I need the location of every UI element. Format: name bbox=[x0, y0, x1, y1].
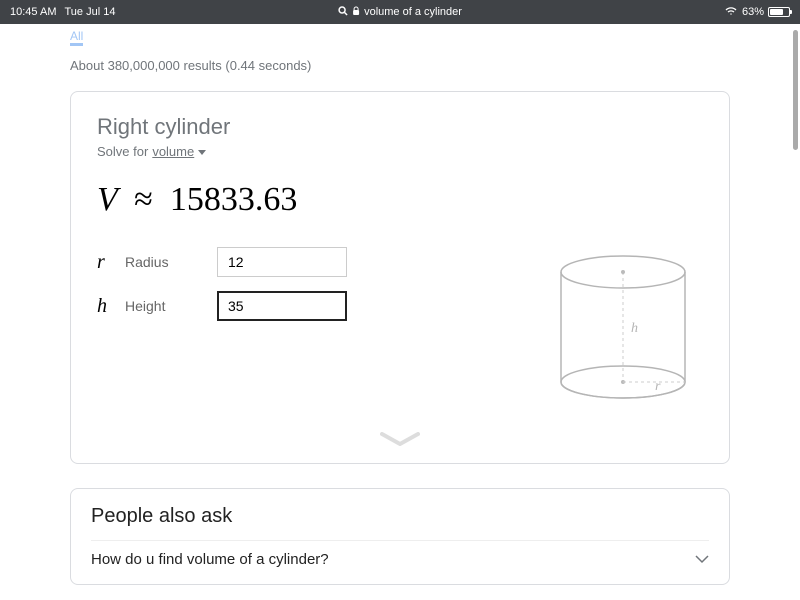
caret-down-icon bbox=[198, 144, 206, 159]
result-stats: About 380,000,000 results (0.44 seconds) bbox=[70, 58, 730, 73]
radius-symbol: r bbox=[97, 251, 113, 274]
expand-handle[interactable] bbox=[97, 432, 703, 453]
radius-row: r Radius bbox=[97, 247, 503, 277]
diagram-h-label: h bbox=[631, 321, 638, 336]
battery-icon bbox=[768, 7, 790, 17]
height-symbol: h bbox=[97, 295, 113, 318]
paa-question-1[interactable]: How do u find volume of a cylinder? bbox=[91, 540, 709, 578]
wifi-icon bbox=[724, 6, 738, 19]
radius-input[interactable] bbox=[217, 247, 347, 277]
device-status-bar: 10:45 AM Tue Jul 14 volume of a cylinder… bbox=[0, 0, 800, 24]
result-var: V bbox=[97, 181, 117, 218]
search-tabs: All bbox=[0, 24, 800, 46]
solve-prefix: Solve for bbox=[97, 144, 148, 159]
url-text: volume of a cylinder bbox=[364, 6, 462, 18]
cylinder-diagram: h r bbox=[543, 247, 703, 422]
people-also-ask-card: People also ask How do u find volume of … bbox=[70, 488, 730, 585]
status-date: Tue Jul 14 bbox=[64, 6, 115, 18]
solve-for-row[interactable]: Solve for volume bbox=[97, 144, 703, 159]
battery-pct: 63% bbox=[742, 6, 764, 18]
tab-all[interactable]: All bbox=[70, 29, 83, 46]
height-label: Height bbox=[125, 298, 205, 314]
height-input[interactable] bbox=[217, 291, 347, 321]
radius-label: Radius bbox=[125, 254, 205, 270]
calculator-card: Right cylinder Solve for volume V ≈ 1583… bbox=[70, 91, 730, 464]
approx-symbol: ≈ bbox=[134, 181, 153, 218]
paa-heading: People also ask bbox=[91, 505, 709, 528]
result-formula: V ≈ 15833.63 bbox=[97, 181, 703, 219]
lock-icon bbox=[352, 6, 360, 19]
paa-question-text: How do u find volume of a cylinder? bbox=[91, 551, 329, 568]
result-value: 15833.63 bbox=[170, 181, 298, 218]
calc-title: Right cylinder bbox=[97, 114, 703, 140]
diagram-r-label: r bbox=[655, 379, 661, 394]
status-time: 10:45 AM bbox=[10, 6, 56, 18]
search-icon bbox=[338, 6, 348, 19]
height-row: h Height bbox=[97, 291, 503, 321]
chevron-down-icon bbox=[695, 551, 709, 568]
solve-for-dropdown[interactable]: volume bbox=[152, 144, 194, 159]
scrollbar[interactable] bbox=[793, 30, 798, 150]
